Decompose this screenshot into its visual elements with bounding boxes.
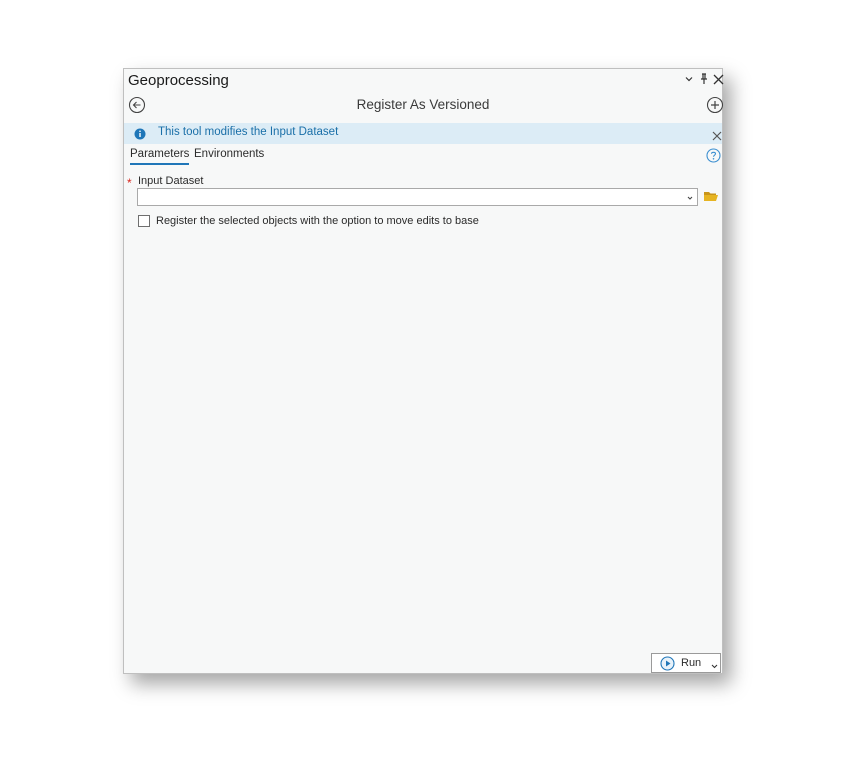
pane-titlebar: Geoprocessing <box>124 69 725 93</box>
info-message: This tool modifies the Input Dataset <box>158 126 339 138</box>
tool-title: Register As Versioned <box>356 97 490 112</box>
move-edits-label[interactable]: Register the selected objects with the o… <box>156 215 479 227</box>
chevron-down-icon[interactable] <box>685 191 695 203</box>
run-button-label: Run <box>681 657 702 669</box>
play-icon <box>660 656 675 676</box>
tool-header: Register As Versioned <box>124 93 724 119</box>
run-options-chevron-down-icon[interactable] <box>710 658 719 676</box>
info-message-bar: This tool modifies the Input Dataset <box>124 123 722 144</box>
pin-icon[interactable] <box>697 72 711 86</box>
close-icon[interactable] <box>711 72 725 86</box>
tab-environments[interactable]: Environments <box>194 148 264 163</box>
tab-parameters[interactable]: Parameters <box>130 148 190 165</box>
tool-tabs: Parameters Environments <box>124 147 722 169</box>
info-icon <box>134 127 146 145</box>
required-marker: * <box>127 176 132 190</box>
input-dataset-label: Input Dataset <box>138 175 204 187</box>
chevron-down-icon[interactable] <box>682 72 696 86</box>
pane-title: Geoprocessing <box>128 72 229 89</box>
dismiss-info-close-icon[interactable] <box>712 128 722 146</box>
folder-open-icon[interactable] <box>703 189 719 205</box>
geoprocessing-pane: Geoprocessing Register As Versioned This… <box>123 68 725 674</box>
run-button[interactable]: Run <box>651 653 721 673</box>
move-edits-checkbox[interactable] <box>138 215 150 227</box>
input-dataset-field[interactable] <box>137 188 698 206</box>
help-icon[interactable] <box>706 148 721 163</box>
plus-circle-icon[interactable] <box>706 96 724 114</box>
